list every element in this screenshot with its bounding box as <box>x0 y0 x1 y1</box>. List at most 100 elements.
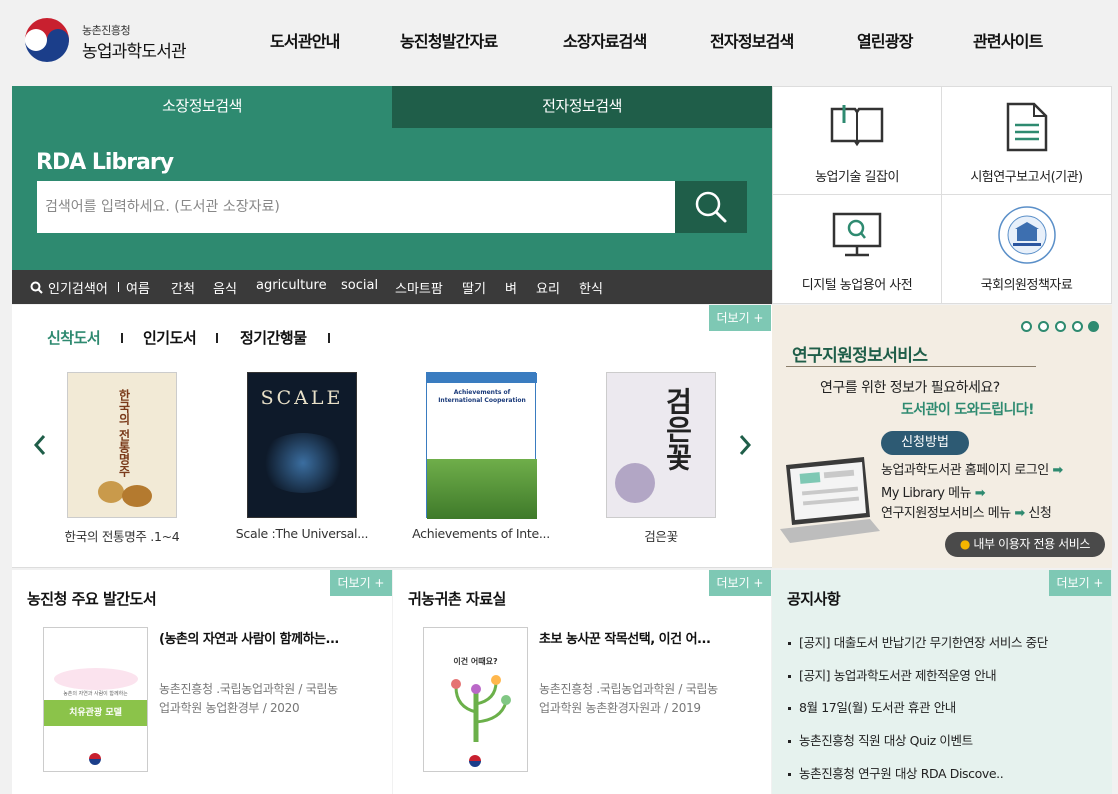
nav-electronic-search[interactable]: 전자정보검색 <box>710 28 794 52</box>
book-cover-text: SCALE <box>260 387 344 409</box>
divider <box>118 282 119 292</box>
slide-dot[interactable] <box>1055 321 1066 332</box>
apply-method-pill: 신청방법 <box>881 431 969 455</box>
slide-dot[interactable] <box>1072 321 1083 332</box>
quick-link-label: 디지털 농업용어 사전 <box>801 278 913 293</box>
keyword-link[interactable]: 여름 <box>126 278 150 297</box>
book-cover-art <box>427 373 537 383</box>
publication-cover-text: 치유관광 모델 <box>44 700 147 726</box>
tab-new-books[interactable]: 신착도서 <box>47 327 101 348</box>
book-title[interactable]: 검은꽃 <box>576 526 746 545</box>
notice-item[interactable]: 농촌진흥청 연구원 대상 RDA Discove.. <box>788 763 1004 782</box>
chevron-right-icon[interactable] <box>737 433 753 457</box>
publication-meta: 업과학원 농촌환경자원과 / 2019 <box>539 701 701 715</box>
quick-link-farming-guide[interactable]: 농업기술 길잡이 <box>773 87 942 195</box>
keyword-link[interactable]: 벼 <box>505 278 517 297</box>
book-cover-art <box>122 485 152 507</box>
return-to-farm-section: 귀농귀촌 자료실 더보기 + 이건 어때요? 초보 농사꾼 작목선택, 이건 어… <box>393 570 771 794</box>
quick-link-digital-dictionary[interactable]: 디지털 농업용어 사전 <box>773 195 942 304</box>
divider <box>121 333 123 343</box>
more-button[interactable]: 더보기 + <box>709 570 771 596</box>
keyword-link[interactable]: agriculture <box>256 278 327 293</box>
keyword-link[interactable]: 딸기 <box>462 278 486 297</box>
search-button[interactable] <box>675 181 747 233</box>
magnifier-icon <box>30 281 43 294</box>
taegeuk-logo-icon <box>89 753 101 765</box>
user-icon: ● <box>959 537 970 551</box>
nav-rda-publications[interactable]: 농진청발간자료 <box>400 28 498 52</box>
book-cover[interactable]: 검은꽃 <box>606 372 716 518</box>
divider <box>328 333 330 343</box>
keyword-link[interactable]: 스마트팜 <box>395 278 443 297</box>
nav-library-info[interactable]: 도서관안내 <box>270 28 340 52</box>
nav-holdings-search[interactable]: 소장자료검색 <box>563 28 647 52</box>
nav-related-sites[interactable]: 관련사이트 <box>973 28 1043 52</box>
keyword-link[interactable]: 한식 <box>579 278 603 297</box>
quick-link-label: 농업기술 길잡이 <box>815 170 899 185</box>
national-assembly-library-seal-icon <box>997 206 1056 264</box>
research-support-banner[interactable]: 연구지원정보서비스 연구를 위한 정보가 필요하세요? 도서관이 도와드립니다!… <box>772 305 1112 568</box>
notice-item[interactable]: 농촌진흥청 직원 대상 Quiz 이벤트 <box>788 730 973 749</box>
tab-periodicals[interactable]: 정기간행물 <box>240 327 307 348</box>
quick-link-research-report[interactable]: 시험연구보고서(기관) <box>942 87 1111 195</box>
chevron-left-icon[interactable] <box>32 433 48 457</box>
popular-keywords-bar: 인기검색어 여름 간척 음식 agriculture social 스마트팜 딸… <box>12 270 772 304</box>
quick-link-label: 국회의원정책자료 <box>980 278 1073 293</box>
tab-electronic-search[interactable]: 전자정보검색 <box>392 86 772 128</box>
notice-item[interactable]: [공지] 대출도서 반납기간 무기한연장 서비스 중단 <box>788 632 1048 651</box>
step-2: My Library 메뉴 ➡ <box>881 482 986 501</box>
keyword-link[interactable]: 요리 <box>536 278 560 297</box>
open-book-icon <box>830 105 884 147</box>
publication-cover[interactable]: 이건 어때요? <box>423 627 528 772</box>
monitor-search-icon <box>832 212 882 257</box>
search-input[interactable] <box>37 181 675 233</box>
book-showcase: 신착도서 인기도서 정기간행물 더보기 + 한국의 전통명주 한국의 전통명주 … <box>12 305 772 568</box>
arrow-right-icon: ➡ <box>1014 506 1025 521</box>
slide-dot-active[interactable] <box>1088 321 1099 332</box>
tab-holdings-search[interactable]: 소장정보검색 <box>12 86 392 128</box>
publication-cover-art <box>54 668 138 690</box>
notice-item[interactable]: 8월 17일(월) 도서관 휴관 안내 <box>788 697 956 716</box>
book-cover-text: 한국의 전통명주 <box>117 389 131 478</box>
search-title: RDA Library <box>36 150 174 175</box>
book-title[interactable]: 한국의 전통명주 .1~4 <box>37 526 207 545</box>
slide-dot[interactable] <box>1021 321 1032 332</box>
nav-open-plaza[interactable]: 열린광장 <box>857 28 913 52</box>
step-3: 연구지원정보서비스 메뉴 ➡ 신청 <box>881 502 1052 521</box>
tab-popular-books[interactable]: 인기도서 <box>143 327 197 348</box>
keyword-link[interactable]: 간척 <box>171 278 195 297</box>
publication-cover-text: 이건 어때요? <box>453 657 498 666</box>
book-title[interactable]: Scale :The Universal... <box>217 526 387 541</box>
site-logo[interactable]: 농촌진흥청 농업과학도서관 <box>22 16 192 64</box>
publication-cover-text: 농촌의 자연과 사람이 함께하는 <box>63 691 128 697</box>
keyword-link[interactable]: social <box>341 278 378 293</box>
book-title[interactable]: Achievements of Inte... <box>396 526 566 541</box>
arrow-right-icon: ➡ <box>974 486 986 501</box>
keyword-link[interactable]: 음식 <box>213 278 237 297</box>
more-button[interactable]: 더보기 + <box>330 570 392 596</box>
book-cover-art <box>98 481 124 503</box>
step-1: 농업과학도서관 홈페이지 로그인 ➡ <box>881 459 1063 478</box>
publication-cover[interactable]: 농촌의 자연과 사람이 함께하는 치유관광 모델 <box>43 627 148 772</box>
book-cover-art <box>258 433 348 493</box>
book-cover[interactable]: 한국의 전통명주 <box>67 372 177 518</box>
slide-dot[interactable] <box>1038 321 1049 332</box>
badge-label: 내부 이용자 전용 서비스 <box>973 537 1091 551</box>
book-cover[interactable]: SCALE <box>247 372 357 518</box>
publication-meta: 업과학원 농업환경부 / 2020 <box>159 701 300 715</box>
more-button[interactable]: 더보기 + <box>1049 570 1111 596</box>
publication-meta: 농촌진흥청 .국립농업과학원 / 국립농 <box>539 682 718 696</box>
publication-title[interactable]: 초보 농사꾼 작목선택, 이건 어... <box>539 628 711 647</box>
book-cover[interactable]: Achievements of International Cooperatio… <box>426 372 537 519</box>
taegeuk-logo-icon <box>25 18 69 62</box>
step-label: 연구지원정보서비스 메뉴 <box>881 506 1011 521</box>
quick-link-assembly-policy[interactable]: 국회의원정책자료 <box>942 195 1111 304</box>
publication-title[interactable]: (농촌의 자연과 사람이 함께하는... <box>159 628 339 647</box>
quick-link-label: 시험연구보고서(기관) <box>970 170 1083 185</box>
divider <box>786 366 1036 367</box>
step-label: 농업과학도서관 홈페이지 로그인 <box>881 463 1049 478</box>
logo-library-name: 농업과학도서관 <box>82 42 187 62</box>
notice-item[interactable]: [공지] 농업과학도서관 제한적운영 안내 <box>788 665 997 684</box>
quick-links: 농업기술 길잡이 시험연구보고서(기관) 디지털 농업용어 사전 국회의원정책자… <box>772 86 1112 304</box>
more-button[interactable]: 더보기 + <box>709 305 771 331</box>
